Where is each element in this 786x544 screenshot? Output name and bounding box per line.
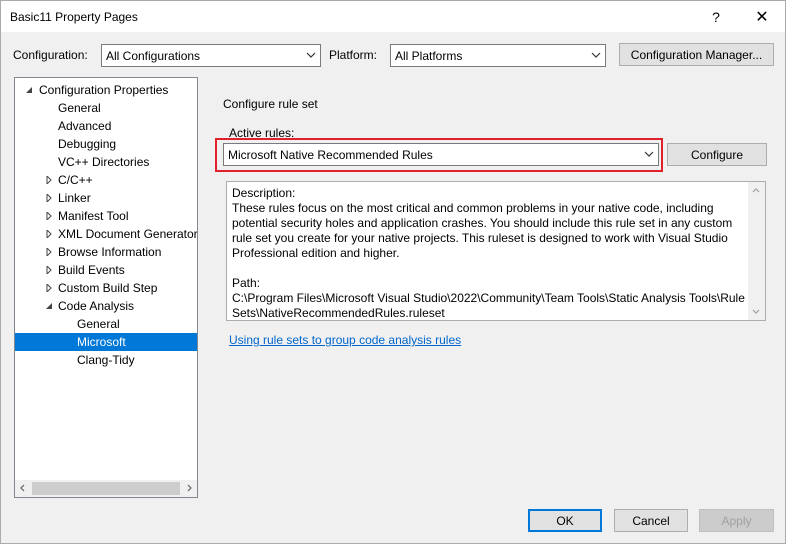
platform-value: All Platforms (395, 49, 463, 63)
tree-item-label: Configuration Properties (39, 83, 169, 97)
tree-item-label: Linker (58, 191, 91, 205)
platform-dropdown[interactable]: All Platforms (390, 44, 606, 67)
vertical-scrollbar[interactable] (748, 182, 765, 320)
horizontal-scrollbar[interactable] (15, 480, 197, 497)
ok-button[interactable]: OK (528, 509, 602, 532)
tree-item[interactable]: General (15, 99, 197, 117)
tree-item-label: Advanced (58, 119, 112, 133)
tree-item[interactable]: Custom Build Step (15, 279, 197, 297)
expanded-triangle-icon[interactable] (45, 302, 53, 310)
configuration-value: All Configurations (106, 49, 201, 63)
collapsed-triangle-icon[interactable] (45, 230, 53, 238)
rule-sets-help-link[interactable]: Using rule sets to group code analysis r… (229, 333, 461, 347)
tree-item[interactable]: Microsoft (15, 333, 197, 351)
collapsed-triangle-icon[interactable] (45, 176, 53, 184)
configuration-manager-button[interactable]: Configuration Manager... (619, 43, 774, 66)
collapsed-triangle-icon[interactable] (45, 266, 53, 274)
tree-item-label: General (77, 317, 120, 331)
tree-item[interactable]: Code Analysis (15, 297, 197, 315)
tree-item[interactable]: C/C++ (15, 171, 197, 189)
property-pages-dialog: Basic11 Property Pages ? ✕ Configuration… (0, 0, 786, 544)
tree-item-label: Browse Information (58, 245, 162, 259)
expanded-triangle-icon[interactable] (25, 86, 33, 94)
scroll-left-icon[interactable] (19, 484, 27, 492)
tree-item[interactable]: General (15, 315, 197, 333)
scroll-up-icon[interactable] (752, 187, 760, 195)
tree-item-label: Build Events (58, 263, 125, 277)
tree-item[interactable]: Linker (15, 189, 197, 207)
tree-item-label: Manifest Tool (58, 209, 129, 223)
tree-item[interactable]: XML Document Generator (15, 225, 197, 243)
collapsed-triangle-icon[interactable] (45, 212, 53, 220)
tree-item-label: Debugging (58, 137, 117, 151)
tree-item[interactable]: Configuration Properties (15, 81, 197, 99)
scroll-down-icon[interactable] (752, 307, 760, 315)
configuration-dropdown[interactable]: All Configurations (101, 44, 321, 67)
tree-item-label: C/C++ (58, 173, 93, 187)
highlight-annotation (215, 138, 663, 172)
tree-item[interactable]: Browse Information (15, 243, 197, 261)
tree-item-label: General (58, 101, 101, 115)
platform-label: Platform: (329, 48, 378, 62)
collapsed-triangle-icon[interactable] (45, 248, 53, 256)
title-bar: Basic11 Property Pages ? ✕ (1, 1, 785, 32)
tree-item[interactable]: Advanced (15, 117, 197, 135)
tree-item-label: Clang-Tidy (77, 353, 135, 367)
configuration-label: Configuration: (13, 48, 88, 62)
cancel-button[interactable]: Cancel (614, 509, 688, 532)
description-text: Description: These rules focus on the mo… (232, 186, 745, 320)
tree-item-label: XML Document Generator (58, 227, 198, 241)
chevron-down-icon (591, 52, 601, 58)
scroll-right-icon[interactable] (185, 484, 193, 492)
tree-item[interactable]: Clang-Tidy (15, 351, 197, 369)
tree-item[interactable]: Debugging (15, 135, 197, 153)
collapsed-triangle-icon[interactable] (45, 284, 53, 292)
apply-button: Apply (699, 509, 774, 532)
property-tree[interactable]: Configuration Properties General Advanced D… (14, 77, 198, 498)
chevron-down-icon (306, 52, 316, 58)
tree-item-label: Custom Build Step (58, 281, 158, 295)
configure-button[interactable]: Configure (667, 143, 767, 166)
scrollbar-thumb[interactable] (32, 482, 180, 495)
tree-item[interactable]: Build Events (15, 261, 197, 279)
description-box[interactable]: Description: These rules focus on the mo… (226, 181, 766, 321)
section-title: Configure rule set (223, 97, 318, 111)
close-button[interactable]: ✕ (739, 1, 785, 32)
help-button[interactable]: ? (693, 1, 739, 32)
tree-item-label: Code Analysis (58, 299, 135, 313)
tree-item-label: VC++ Directories (58, 155, 150, 169)
tree-item[interactable]: Manifest Tool (15, 207, 197, 225)
tree-item[interactable]: VC++ Directories (15, 153, 197, 171)
tree-item-label: Microsoft (77, 335, 126, 349)
collapsed-triangle-icon[interactable] (45, 194, 53, 202)
window-title: Basic11 Property Pages (10, 10, 138, 24)
